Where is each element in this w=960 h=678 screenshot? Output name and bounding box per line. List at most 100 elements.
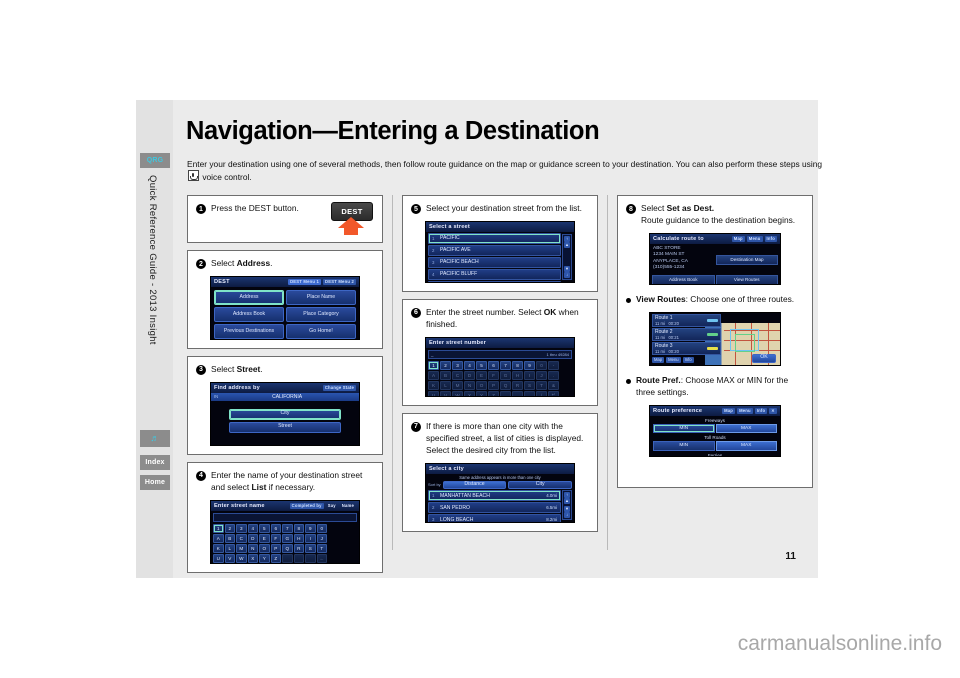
scroll-down-icon[interactable]: ▼ bbox=[564, 505, 570, 512]
street-name-input[interactable] bbox=[213, 512, 357, 522]
key-g[interactable]: G bbox=[282, 533, 293, 543]
key-e[interactable]: E bbox=[259, 533, 270, 543]
key-k[interactable]: K bbox=[213, 543, 224, 553]
key-w[interactable]: W bbox=[236, 553, 247, 563]
menu-chip[interactable]: Menu bbox=[746, 235, 763, 242]
numkey-dash[interactable]: - bbox=[548, 360, 559, 370]
key-y[interactable]: Y bbox=[259, 553, 270, 563]
numkey-8[interactable]: 8 bbox=[512, 360, 523, 370]
list-item[interactable]: 3 LONG BEACH 8.2mi bbox=[428, 514, 561, 522]
numkey-1[interactable]: 1 bbox=[428, 360, 439, 370]
info-chip[interactable]: Info bbox=[754, 407, 768, 414]
list-item[interactable]: 4 PACIFIC BLUFF bbox=[428, 268, 561, 280]
key-0[interactable]: 0 bbox=[316, 523, 327, 533]
city-list-scrollbar[interactable]: ↑ ▲ ▼ ↓ bbox=[562, 489, 572, 520]
key-f[interactable]: F bbox=[270, 533, 281, 543]
close-icon[interactable]: ✕ bbox=[769, 407, 777, 414]
find-address-option-street[interactable]: Street bbox=[229, 421, 341, 433]
key-3[interactable]: 3 bbox=[236, 523, 247, 533]
key-q[interactable]: Q bbox=[282, 543, 293, 553]
key-v[interactable]: V bbox=[224, 553, 235, 563]
menu-chip[interactable]: Menu bbox=[666, 356, 681, 363]
key-z[interactable]: Z bbox=[270, 553, 281, 563]
info-chip[interactable]: Info bbox=[764, 235, 777, 242]
list-scrollbar[interactable]: ↑ ▲ ▼ ↓ bbox=[562, 233, 572, 280]
list-item[interactable]: 2 SAN PEDRO 6.5mi bbox=[428, 502, 561, 514]
key-r[interactable]: R bbox=[293, 543, 304, 553]
sidebar-tab-home[interactable]: Home bbox=[140, 475, 170, 490]
menu-chip[interactable]: Menu bbox=[737, 407, 753, 414]
numkey-5[interactable]: 5 bbox=[476, 360, 487, 370]
key-7[interactable]: 7 bbox=[282, 523, 293, 533]
dest-menu-button-address[interactable]: Address bbox=[214, 289, 284, 305]
key-c[interactable]: C bbox=[236, 533, 247, 543]
dest-menu-button-go-home[interactable]: Go Home! bbox=[286, 323, 356, 339]
key-p[interactable]: P bbox=[270, 543, 281, 553]
sidebar-tab-voice-control[interactable]: ♬ bbox=[140, 430, 170, 447]
pref-freeways-min[interactable]: MIN bbox=[653, 423, 715, 434]
sidebar-tab-index[interactable]: Index bbox=[140, 455, 170, 470]
key-l[interactable]: L bbox=[224, 543, 235, 553]
pref-toll-max[interactable]: MAX bbox=[715, 441, 777, 451]
view-routes-ok-button[interactable]: OK bbox=[752, 353, 776, 363]
destination-map-button[interactable]: Destination Map bbox=[716, 254, 778, 265]
dest-menu-tab-2[interactable]: DEST Menu 2 bbox=[323, 278, 356, 286]
key-b[interactable]: B bbox=[224, 533, 235, 543]
key-m[interactable]: M bbox=[236, 543, 247, 553]
list-item[interactable]: 1 PACIFIC bbox=[428, 232, 561, 244]
street-number-input[interactable]: _ 1 thru 49284 bbox=[428, 349, 572, 359]
map-chip[interactable]: Map bbox=[731, 235, 745, 242]
key-5[interactable]: 5 bbox=[259, 523, 270, 533]
key-j[interactable]: J bbox=[316, 533, 327, 543]
list-item[interactable]: 3 PACIFIC BEACH bbox=[428, 256, 561, 268]
view-routes-button[interactable]: View Routes bbox=[715, 274, 778, 284]
scroll-top-icon[interactable]: ↑ bbox=[564, 491, 570, 498]
dest-menu-button-place-name[interactable]: Place Name bbox=[286, 289, 356, 305]
sort-tab-distance[interactable]: Distance bbox=[442, 480, 507, 490]
key-s[interactable]: S bbox=[305, 543, 316, 553]
dest-menu-button-address-book[interactable]: Address Book bbox=[214, 306, 284, 322]
completed-by-chip[interactable]: Completed by bbox=[289, 502, 324, 509]
key-4[interactable]: 4 bbox=[247, 523, 258, 533]
pref-toll-min[interactable]: MIN bbox=[653, 441, 715, 451]
key-t[interactable]: T bbox=[316, 543, 327, 553]
dest-menu-button-place-category[interactable]: Place Category bbox=[286, 306, 356, 322]
numkey-2[interactable]: 2 bbox=[440, 360, 451, 370]
scroll-bottom-icon[interactable]: ↓ bbox=[564, 511, 570, 518]
key-n[interactable]: N bbox=[247, 543, 258, 553]
key-d[interactable]: D bbox=[247, 533, 258, 543]
key-a[interactable]: A bbox=[213, 533, 224, 543]
key-1[interactable]: 1 bbox=[213, 523, 224, 533]
numkey-6[interactable]: 6 bbox=[488, 360, 499, 370]
key-2[interactable]: 2 bbox=[224, 523, 235, 533]
route-option[interactable]: Route 2 11 mi 00:21 bbox=[652, 327, 721, 341]
address-book-button[interactable]: Address Book bbox=[652, 274, 715, 284]
dest-hardware-button[interactable]: DEST bbox=[327, 202, 375, 238]
scroll-up-icon[interactable]: ▲ bbox=[564, 241, 570, 248]
key-9[interactable]: 9 bbox=[305, 523, 316, 533]
list-item[interactable]: 1 MANHATTAN BEACH 4.0mi bbox=[428, 490, 561, 502]
list-item[interactable]: 2 PACIFIC AVE bbox=[428, 244, 561, 256]
key-i[interactable]: I bbox=[305, 533, 316, 543]
numkey-enter[interactable]: ↵ bbox=[548, 390, 559, 396]
find-address-option-city[interactable]: City bbox=[229, 408, 341, 420]
map-chip[interactable]: Map bbox=[652, 356, 665, 363]
key-6[interactable]: 6 bbox=[270, 523, 281, 533]
info-chip[interactable]: Info bbox=[682, 356, 694, 363]
list-item[interactable]: 5PACIFIC BREEZE bbox=[428, 280, 561, 282]
numkey-9[interactable]: 9 bbox=[524, 360, 535, 370]
key-h[interactable]: H bbox=[293, 533, 304, 543]
dest-menu-tab-1[interactable]: DEST Menu 1 bbox=[288, 278, 322, 286]
key-x[interactable]: X bbox=[247, 553, 258, 563]
scroll-bottom-icon[interactable]: ↓ bbox=[564, 271, 570, 278]
key-o[interactable]: O bbox=[259, 543, 270, 553]
sort-tab-city[interactable]: City bbox=[508, 480, 573, 490]
change-state-button[interactable]: Change State bbox=[322, 384, 356, 391]
numkey-7[interactable]: 7 bbox=[500, 360, 511, 370]
key-u[interactable]: U bbox=[213, 553, 224, 563]
pref-freeways-max[interactable]: MAX bbox=[715, 423, 777, 434]
dest-menu-button-previous-destinations[interactable]: Previous Destinations bbox=[214, 323, 284, 339]
map-chip[interactable]: Map bbox=[722, 407, 736, 414]
route-option[interactable]: Route 3 11 mi 00:20 bbox=[652, 341, 721, 355]
numkey-4[interactable]: 4 bbox=[464, 360, 475, 370]
